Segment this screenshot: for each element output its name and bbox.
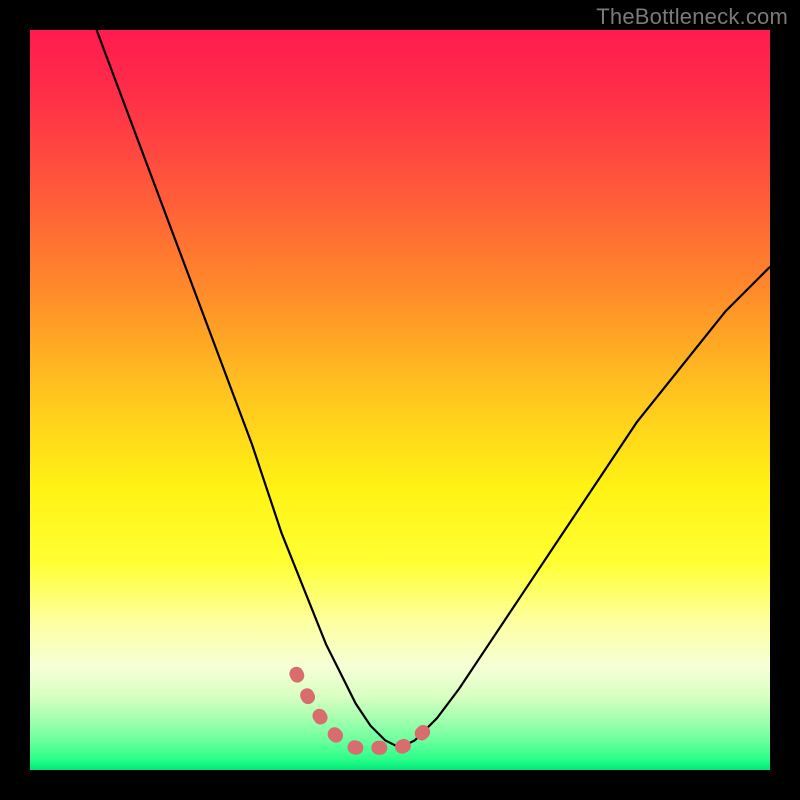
watermark-text: TheBottleneck.com: [596, 4, 788, 30]
plot-area: [30, 30, 770, 770]
chart-frame: TheBottleneck.com: [0, 0, 800, 800]
gradient-background: [30, 30, 770, 770]
bottleneck-chart: [30, 30, 770, 770]
